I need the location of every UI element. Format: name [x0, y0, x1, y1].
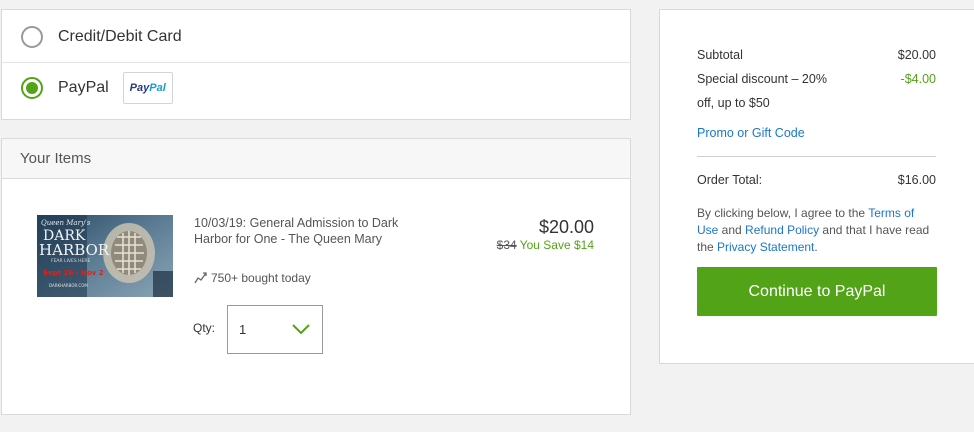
qty-label: Qty:	[193, 321, 216, 335]
discount-row: Special discount – 20% -$4.00	[697, 72, 936, 86]
summary-divider	[697, 156, 936, 157]
refund-policy-link[interactable]: Refund Policy	[745, 223, 819, 237]
order-total-value: $16.00	[897, 173, 936, 187]
paypal-label: PayPal	[58, 78, 109, 96]
item-price: $20.00	[538, 217, 594, 237]
card-radio[interactable]	[21, 26, 43, 48]
discount-label-line1: Special discount – 20%	[697, 72, 827, 86]
payment-option-paypal[interactable]: PayPal Pay Pal	[2, 62, 630, 112]
paypal-radio[interactable]	[21, 76, 43, 99]
promo-code-link[interactable]: Promo or Gift Code	[697, 126, 936, 140]
discount-value: -$4.00	[900, 72, 936, 86]
thumb-title-line2: HARBOR	[39, 241, 110, 259]
bought-today: 750+ bought today	[194, 271, 311, 285]
order-summary-panel: Subtotal $20.00 Special discount – 20% -…	[659, 9, 974, 364]
payment-method-panel: Credit/Debit Card PayPal Pay Pal	[1, 9, 631, 120]
subtotal-value: $20.00	[897, 48, 936, 62]
your-items-header: Your Items	[2, 139, 630, 179]
bought-today-text: 750+ bought today	[211, 271, 311, 285]
subtotal-row: Subtotal $20.00	[697, 48, 936, 62]
item-title[interactable]: 10/03/19: General Admission to Dark Harb…	[194, 215, 434, 247]
item-thumbnail[interactable]: Queen Mary's DARK HARBOR FEAR LIVES HERE…	[37, 215, 173, 297]
item-savings: $34 You Save $14	[497, 238, 594, 252]
savings-text: You Save $14	[519, 238, 594, 252]
subtotal-label: Subtotal	[697, 48, 743, 62]
discount-label-line2-row: off, up to $50	[697, 96, 936, 110]
thumb-dates: Sept 26 - Nov 2	[43, 269, 104, 277]
order-total-row: Order Total: $16.00	[697, 173, 936, 187]
qty-select[interactable]: 1	[227, 305, 323, 354]
qty-value: 1	[239, 322, 247, 337]
order-total-label: Order Total:	[697, 173, 763, 187]
paypal-logo: Pay Pal	[122, 71, 173, 104]
trending-icon	[194, 272, 207, 284]
privacy-statement-link[interactable]: Privacy Statement	[717, 240, 814, 254]
thumb-tagline: FEAR LIVES HERE	[51, 258, 90, 264]
thumb-brand: Queen Mary's	[41, 219, 91, 227]
thumb-url: DARKHARBOR.COM	[49, 283, 88, 288]
original-price: $34	[496, 238, 517, 252]
terms-notice: By clicking below, I agree to the Terms …	[697, 206, 930, 254]
your-items-panel: Your Items Queen Mary's DARK HARBOR FEAR…	[1, 138, 631, 415]
discount-label-line2: off, up to $50	[697, 96, 770, 110]
continue-to-paypal-button[interactable]: Continue to PayPal	[697, 267, 937, 316]
card-label: Credit/Debit Card	[58, 28, 182, 45]
payment-option-card[interactable]: Credit/Debit Card	[2, 12, 630, 62]
chevron-down-icon	[292, 324, 310, 335]
